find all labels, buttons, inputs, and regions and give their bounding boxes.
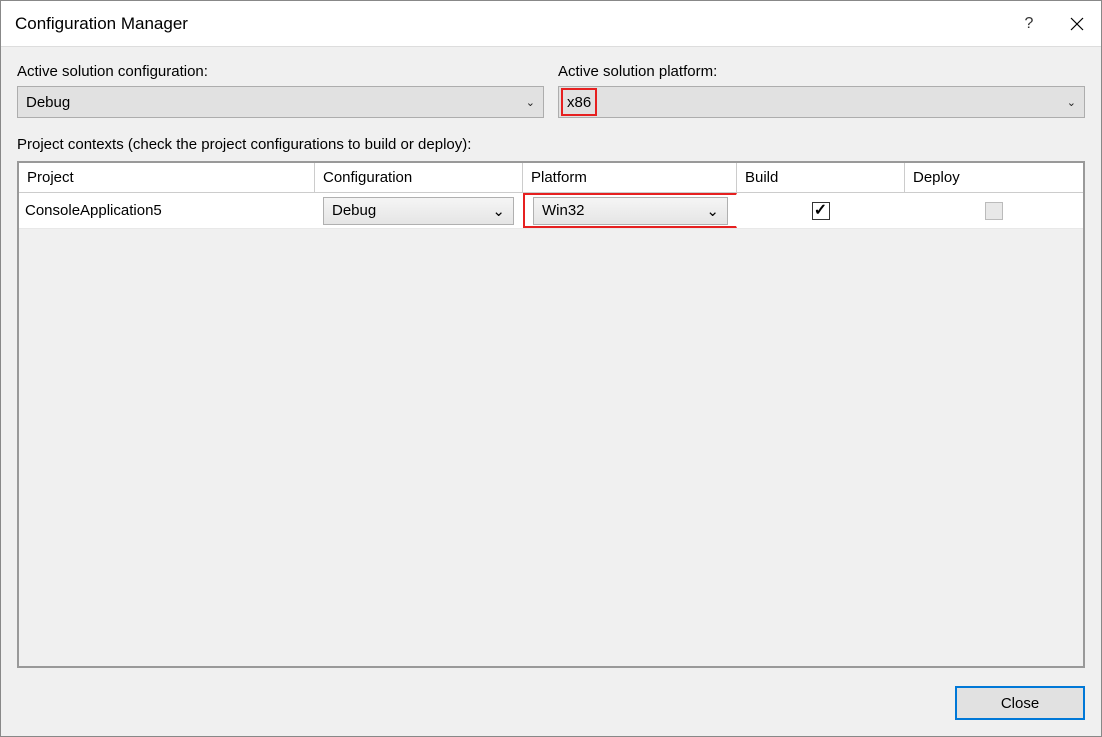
cell-deploy — [905, 193, 1083, 228]
window-close-button[interactable] — [1053, 1, 1101, 47]
window-controls: ? — [1005, 1, 1101, 47]
row-platform-dropdown[interactable]: Win32 ⌄ — [533, 197, 728, 225]
col-header-deploy[interactable]: Deploy — [905, 163, 1083, 192]
dialog-footer: Close — [17, 668, 1085, 720]
row-config-value: Debug — [332, 202, 376, 219]
config-field-group: Active solution configuration: Debug ⌄ — [17, 63, 544, 118]
col-header-platform[interactable]: Platform — [523, 163, 737, 192]
grid-body: ConsoleApplication5 Debug ⌄ Win32 ⌄ — [19, 193, 1083, 666]
solution-settings-row: Active solution configuration: Debug ⌄ A… — [17, 63, 1085, 118]
active-platform-value: x86 — [561, 88, 597, 116]
table-row: ConsoleApplication5 Debug ⌄ Win32 ⌄ — [19, 193, 1083, 229]
close-button-label: Close — [1001, 695, 1039, 712]
window-title: Configuration Manager — [15, 14, 188, 34]
platform-label: Active solution platform: — [558, 63, 1085, 80]
active-config-dropdown[interactable]: Debug ⌄ — [17, 86, 544, 118]
help-icon: ? — [1025, 15, 1034, 33]
help-button[interactable]: ? — [1005, 1, 1053, 47]
dialog-content: Active solution configuration: Debug ⌄ A… — [1, 47, 1101, 736]
titlebar: Configuration Manager ? — [1, 1, 1101, 47]
contexts-label: Project contexts (check the project conf… — [17, 136, 1085, 153]
deploy-checkbox — [985, 202, 1003, 220]
col-header-project[interactable]: Project — [19, 163, 315, 192]
cell-configuration: Debug ⌄ — [315, 193, 523, 228]
cell-build — [737, 193, 905, 228]
config-label: Active solution configuration: — [17, 63, 544, 80]
chevron-down-icon: ⌄ — [526, 96, 535, 109]
close-button[interactable]: Close — [955, 686, 1085, 720]
close-icon — [1070, 17, 1084, 31]
platform-field-group: Active solution platform: x86 ⌄ — [558, 63, 1085, 118]
cell-platform: Win32 ⌄ — [523, 193, 737, 228]
col-header-configuration[interactable]: Configuration — [315, 163, 523, 192]
row-config-dropdown[interactable]: Debug ⌄ — [323, 197, 514, 225]
active-config-value: Debug — [26, 94, 70, 111]
row-platform-value: Win32 — [542, 202, 585, 219]
cell-project: ConsoleApplication5 — [19, 193, 315, 228]
build-checkbox[interactable] — [812, 202, 830, 220]
grid-header: Project Configuration Platform Build Dep… — [19, 163, 1083, 193]
chevron-down-icon: ⌄ — [706, 202, 719, 220]
active-platform-dropdown[interactable]: x86 ⌄ — [558, 86, 1085, 118]
col-header-build[interactable]: Build — [737, 163, 905, 192]
chevron-down-icon: ⌄ — [492, 202, 505, 220]
project-contexts-grid: Project Configuration Platform Build Dep… — [17, 161, 1085, 668]
chevron-down-icon: ⌄ — [1067, 96, 1076, 109]
